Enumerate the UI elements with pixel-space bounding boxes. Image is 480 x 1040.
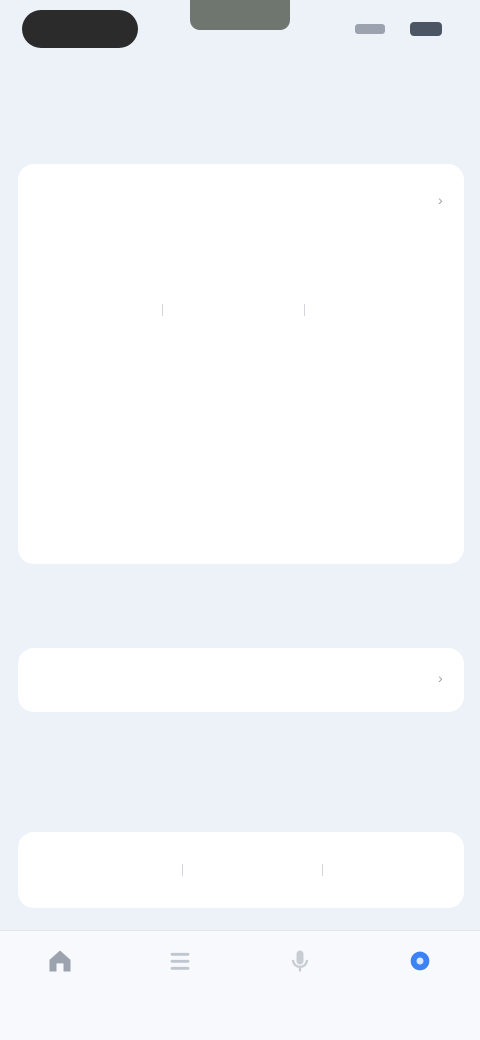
segment-divider xyxy=(182,864,183,876)
status-bar xyxy=(0,0,480,60)
segmented-control-1[interactable] xyxy=(42,290,440,330)
settings-row-4[interactable] xyxy=(18,506,464,562)
dynamic-island xyxy=(22,10,138,48)
battery-icon xyxy=(410,22,442,36)
segmented-control-2[interactable] xyxy=(42,850,440,890)
segment-divider xyxy=(162,304,163,316)
settings-card-3 xyxy=(18,832,464,908)
bottom-nav xyxy=(0,930,480,1040)
nav-item-home[interactable] xyxy=(0,931,120,1011)
segment-option-1[interactable] xyxy=(62,850,172,890)
nav-item-list[interactable] xyxy=(120,931,240,1011)
nav-item-settings[interactable] xyxy=(360,931,480,1011)
chevron-right-icon: › xyxy=(438,670,443,686)
settings-row-3[interactable] xyxy=(18,434,464,490)
settings-row-1[interactable]: › xyxy=(18,174,464,230)
camera-notch xyxy=(190,0,290,30)
mic-icon xyxy=(291,950,309,972)
signal-icon xyxy=(355,24,385,34)
settings-card-1: › xyxy=(18,164,464,564)
segment-divider xyxy=(322,864,323,876)
segment-option-2[interactable] xyxy=(174,290,294,330)
segment-option-3[interactable] xyxy=(316,290,440,330)
settings-icon xyxy=(410,951,430,971)
settings-row-select[interactable]: › xyxy=(18,652,464,708)
status-indicators xyxy=(355,22,445,36)
settings-row-2[interactable] xyxy=(18,360,464,416)
segment-option-3[interactable] xyxy=(332,850,440,890)
settings-card-2: › xyxy=(18,648,464,712)
segment-option-2[interactable] xyxy=(192,850,312,890)
nav-item-mic[interactable] xyxy=(240,931,360,1011)
top-tabs xyxy=(0,70,480,106)
chevron-right-icon: › xyxy=(438,192,443,208)
list-icon xyxy=(170,952,190,970)
home-icon xyxy=(49,950,71,972)
segment-divider xyxy=(304,304,305,316)
segment-option-1[interactable] xyxy=(42,290,152,330)
